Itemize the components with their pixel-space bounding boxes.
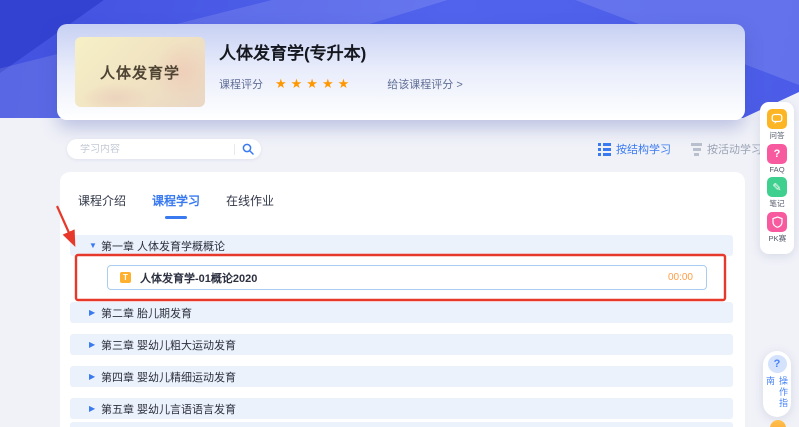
notes-pencil-icon: ✎ xyxy=(767,177,787,197)
floating-mini-icon[interactable] xyxy=(770,420,786,427)
tab-label: 课程介绍 xyxy=(78,194,127,208)
tab-course-learning[interactable]: 课程学习 xyxy=(152,192,200,219)
star-rating: ★★★★★ xyxy=(275,76,354,91)
tab-online-homework[interactable]: 在线作业 xyxy=(226,192,274,219)
structure-list-icon xyxy=(598,142,611,156)
rating-label: 课程评分 xyxy=(219,79,263,91)
pk-shield-icon xyxy=(767,212,787,232)
toolbar-item-qa[interactable]: 问答 xyxy=(767,109,787,141)
tab-bar: 课程介绍 课程学习 在线作业 xyxy=(78,192,274,219)
operation-guide-label: 操作指南 xyxy=(765,375,788,409)
caret-right-icon: ▶ xyxy=(89,340,96,349)
course-title: 人体发育学(专升本) xyxy=(219,44,367,63)
chapter-row-4[interactable]: ▶ 第四章 婴幼儿精细运动发育 xyxy=(70,366,733,387)
search-input[interactable] xyxy=(67,143,234,155)
video-item[interactable]: T 人体发育学-01概论2020 00:00 xyxy=(107,265,707,290)
toggle-activity-learning[interactable]: 按活动学习 xyxy=(691,141,762,157)
chapter-row-2[interactable]: ▶ 第二章 胎儿期发育 xyxy=(70,302,733,323)
tab-course-intro[interactable]: 课程介绍 xyxy=(78,192,126,219)
search-button[interactable] xyxy=(235,139,261,159)
caret-right-icon: ▶ xyxy=(89,372,96,381)
qa-chat-icon xyxy=(767,109,787,129)
toggle-structure-learning[interactable]: 按结构学习 xyxy=(598,141,671,157)
chapter-title: 第五章 婴幼儿言语语言发育 xyxy=(101,403,237,416)
active-tab-underline xyxy=(165,216,188,219)
chapter-row-5[interactable]: ▶ 第五章 婴幼儿言语语言发育 xyxy=(70,398,733,419)
tab-label: 课程学习 xyxy=(152,194,201,208)
tab-label: 在线作业 xyxy=(226,194,275,208)
chapter-row-1-expanded[interactable]: ▼ 第一章 人体发育学概概论 xyxy=(70,235,733,256)
course-thumbnail-text: 人体发育学 xyxy=(99,64,180,82)
video-title: 人体发育学-01概论2020 xyxy=(140,272,258,285)
chapter-title: 第一章 人体发育学概概论 xyxy=(101,240,226,253)
floating-toolbar: 问答 ? FAQ ✎ 笔记 PK赛 xyxy=(760,102,794,254)
chapter-title: 第三章 婴幼儿粗大运动发育 xyxy=(101,339,237,352)
toolbar-item-pk[interactable]: PK赛 xyxy=(767,212,787,244)
chapter-row-partial[interactable] xyxy=(70,422,733,427)
chapter-title: 第二章 胎儿期发育 xyxy=(101,307,193,320)
caret-down-icon: ▼ xyxy=(89,241,97,250)
rate-course-link[interactable]: 给该课程评分 > xyxy=(387,76,462,92)
toolbar-label: 问答 xyxy=(769,131,785,140)
activity-funnel-icon xyxy=(691,142,702,156)
question-circle-icon: ? xyxy=(767,355,787,373)
toolbar-item-faq[interactable]: ? FAQ xyxy=(767,144,787,174)
chapter-row-3[interactable]: ▶ 第三章 婴幼儿粗大运动发育 xyxy=(70,334,733,355)
toggle-structure-label: 按结构学习 xyxy=(616,144,671,156)
chapter-title: 第四章 婴幼儿精细运动发育 xyxy=(101,371,237,384)
caret-right-icon: ▶ xyxy=(89,404,96,413)
operation-guide-button[interactable]: ? 操作指南 xyxy=(763,351,791,417)
toggle-activity-label: 按活动学习 xyxy=(707,144,762,156)
video-type-icon: T xyxy=(120,272,131,283)
course-thumbnail: 人体发育学 xyxy=(75,37,205,107)
toolbar-label: 笔记 xyxy=(769,199,785,208)
search-icon xyxy=(242,143,254,155)
course-banner-card: 人体发育学 人体发育学(专升本) 课程评分 ★★★★★ 给该课程评分 > xyxy=(57,24,745,120)
caret-right-icon: ▶ xyxy=(89,308,96,317)
toolbar-label: PK赛 xyxy=(768,234,786,243)
video-duration: 00:00 xyxy=(667,272,693,283)
content-card: 课程介绍 课程学习 在线作业 ▼ 第一章 人体发育学概概论 T 人体发育学-01… xyxy=(60,172,745,427)
toolbar-item-notes[interactable]: ✎ 笔记 xyxy=(767,177,787,209)
toolbar-label: FAQ xyxy=(769,165,785,174)
faq-question-icon: ? xyxy=(767,144,787,164)
view-toggles: 按结构学习 按活动学习 xyxy=(598,141,762,157)
rating-row: 课程评分 ★★★★★ 给该课程评分 > xyxy=(219,76,463,92)
search-bar xyxy=(67,139,261,159)
course-page: 人体发育学 人体发育学(专升本) 课程评分 ★★★★★ 给该课程评分 > 按结构… xyxy=(0,0,799,427)
